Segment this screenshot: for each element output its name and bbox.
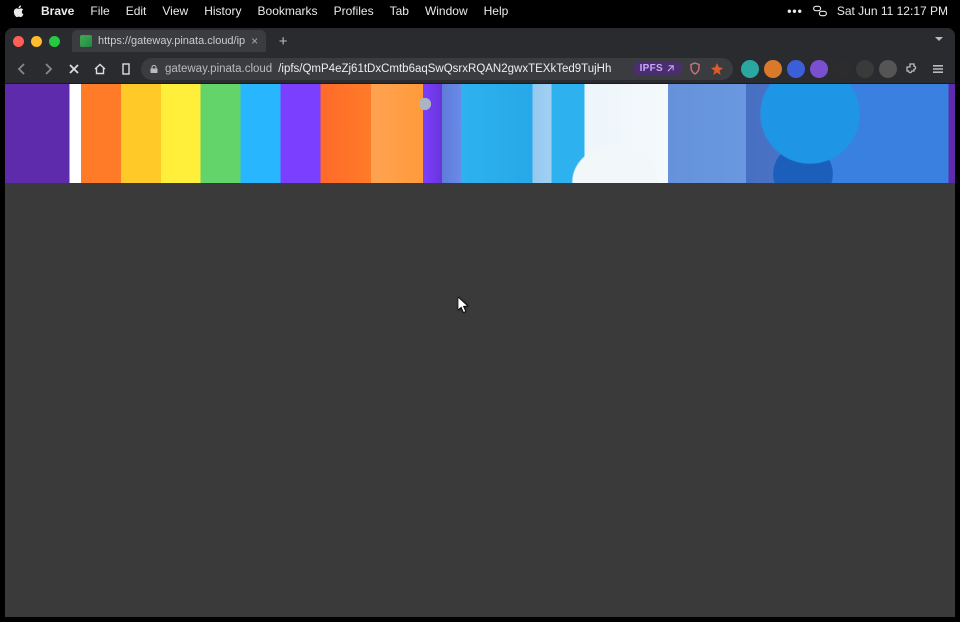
menubar-item-file[interactable]: File <box>90 4 109 18</box>
menubar-item-tab[interactable]: Tab <box>390 4 409 18</box>
apple-logo-icon[interactable] <box>12 5 25 18</box>
ext-dark2-icon[interactable] <box>856 60 874 78</box>
tab-title: https://gateway.pinata.cloud/ip <box>98 35 245 47</box>
extensions-puzzle-icon[interactable] <box>901 58 923 80</box>
menubar-datetime[interactable]: Sat Jun 11 12:17 PM <box>837 4 948 18</box>
url-path: /ipfs/QmP4eZj61tDxCmtb6aqSwQsrxRQAN2gwxT… <box>278 63 611 75</box>
menubar-item-window[interactable]: Window <box>425 4 468 18</box>
tab-close-button[interactable]: × <box>251 34 258 48</box>
menubar-item-bookmarks[interactable]: Bookmarks <box>258 4 318 18</box>
menubar-item-help[interactable]: Help <box>484 4 509 18</box>
ipfs-badge-label: IPFS <box>640 63 663 74</box>
window-minimize-button[interactable] <box>31 36 42 47</box>
window-zoom-button[interactable] <box>49 36 60 47</box>
forward-button[interactable] <box>37 58 59 80</box>
stop-button[interactable] <box>63 58 85 80</box>
menubar-item-profiles[interactable]: Profiles <box>334 4 374 18</box>
ext-gray-icon[interactable] <box>879 60 897 78</box>
tab-favicon-icon <box>80 35 92 47</box>
bookmark-button[interactable] <box>115 58 137 80</box>
ext-teal-icon[interactable] <box>741 60 759 78</box>
ext-blue-icon[interactable] <box>787 60 805 78</box>
ext-dark1-icon[interactable] <box>833 60 851 78</box>
browser-tab[interactable]: https://gateway.pinata.cloud/ip × <box>72 30 266 52</box>
menubar-overflow-icon[interactable]: ••• <box>787 4 803 18</box>
menubar-left: Brave File Edit View History Bookmarks P… <box>12 4 508 18</box>
hero-illustration <box>5 84 955 183</box>
menubar-item-edit[interactable]: Edit <box>126 4 147 18</box>
browser-toolbar: gateway.pinata.cloud/ipfs/QmP4eZj61tDxCm… <box>5 54 955 84</box>
menubar-item-history[interactable]: History <box>204 4 241 18</box>
menubar-item-view[interactable]: View <box>162 4 188 18</box>
tabbar-dropdown-button[interactable] <box>933 32 955 50</box>
new-tab-button[interactable]: + <box>272 30 294 52</box>
lock-icon <box>149 64 159 74</box>
back-button[interactable] <box>11 58 33 80</box>
ext-orange-icon[interactable] <box>764 60 782 78</box>
app-menu-button[interactable] <box>927 58 949 80</box>
browser-window: https://gateway.pinata.cloud/ip × + ga <box>5 28 955 617</box>
extension-icons <box>737 60 897 78</box>
address-bar[interactable]: gateway.pinata.cloud/ipfs/QmP4eZj61tDxCm… <box>141 58 733 80</box>
menubar-right: ••• Sat Jun 11 12:17 PM <box>787 4 948 18</box>
ipfs-badge[interactable]: IPFS <box>634 62 681 75</box>
home-button[interactable] <box>89 58 111 80</box>
ext-purple-icon[interactable] <box>810 60 828 78</box>
url-domain: gateway.pinata.cloud <box>165 63 272 75</box>
brave-shield-icon[interactable] <box>687 61 703 77</box>
window-close-button[interactable] <box>13 36 24 47</box>
control-center-icon[interactable] <box>813 5 827 17</box>
macos-menubar: Brave File Edit View History Bookmarks P… <box>0 0 960 22</box>
page-content <box>5 84 955 617</box>
tab-bar: https://gateway.pinata.cloud/ip × + <box>5 28 955 54</box>
menubar-app-name[interactable]: Brave <box>41 4 74 18</box>
window-controls <box>13 36 60 47</box>
brave-rewards-icon[interactable] <box>709 61 725 77</box>
